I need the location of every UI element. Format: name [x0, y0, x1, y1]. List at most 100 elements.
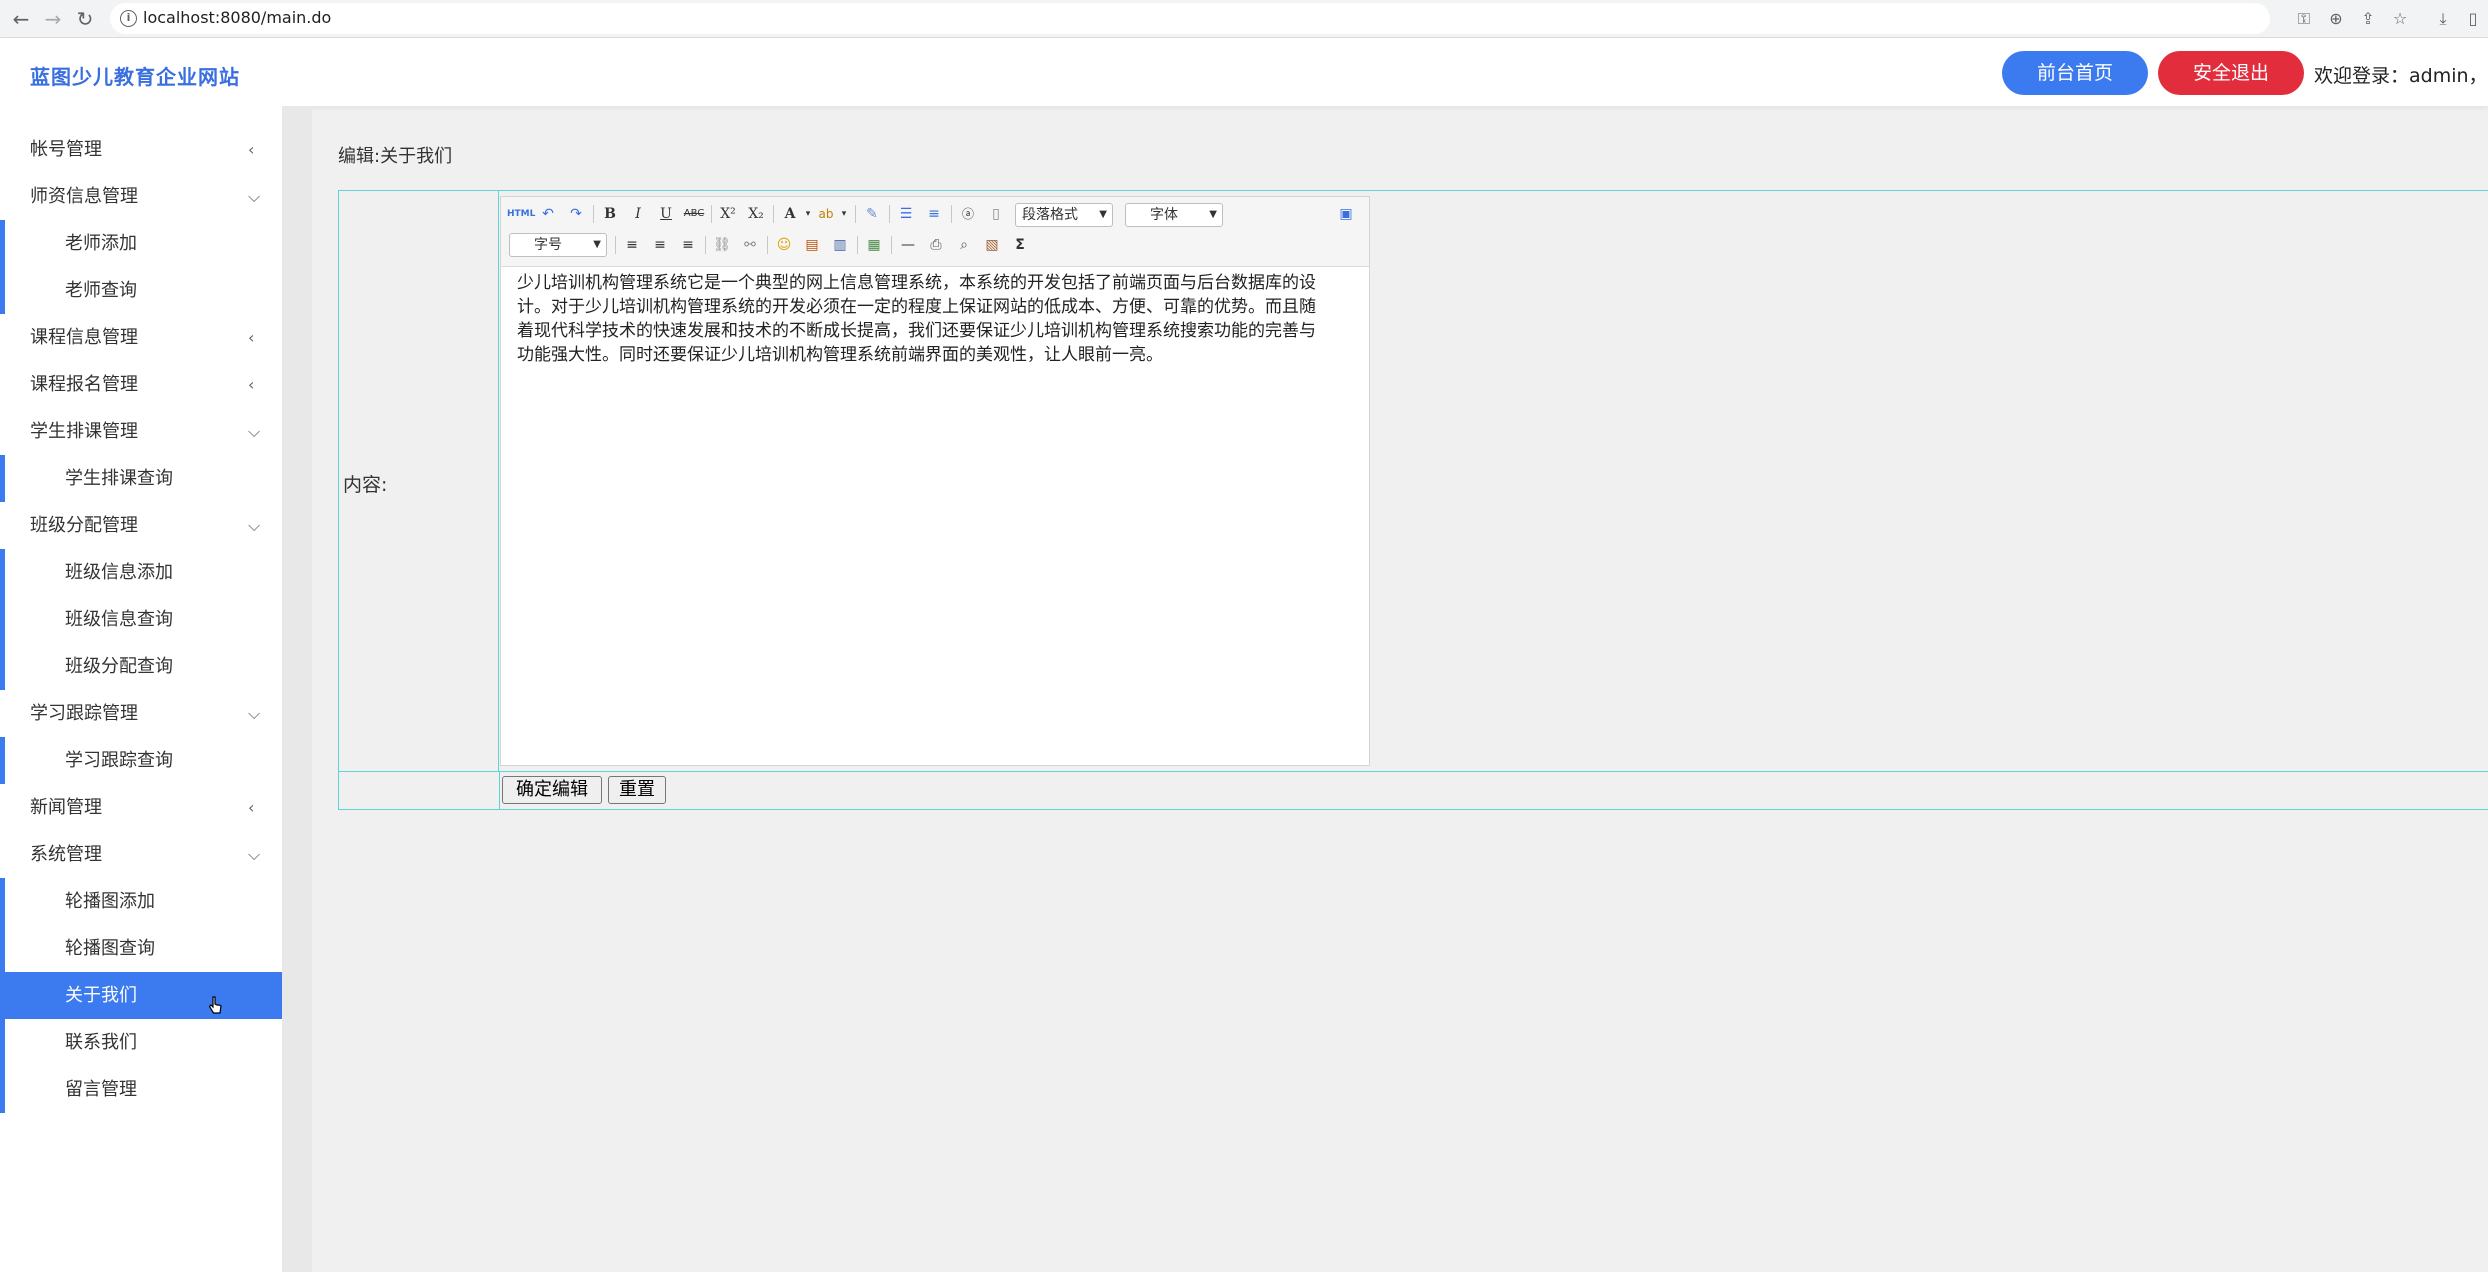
address-bar[interactable]: i localhost:8080/main.do — [110, 3, 2270, 34]
editor-content[interactable]: 少儿培训机构管理系统它是一个典型的网上信息管理系统，本系统的开发包括了前端页面与… — [517, 271, 1317, 367]
submenu-label: 老师查询 — [65, 280, 137, 301]
ordered-list-icon[interactable]: ☰ — [895, 203, 917, 225]
dropdown-caret-icon: ▼ — [1209, 209, 1217, 220]
html-source-icon[interactable]: HTML — [507, 203, 535, 225]
menu-label: 班级分配管理 — [30, 515, 138, 536]
anchor-icon[interactable]: ⓐ — [957, 203, 979, 225]
toolbar-separator — [857, 236, 858, 254]
bold-icon[interactable]: B — [599, 203, 621, 225]
submenu-label: 联系我们 — [65, 1032, 137, 1053]
share-icon[interactable]: ⇪ — [2357, 8, 2379, 30]
menu-account[interactable]: 帐号管理 ‹ — [0, 126, 282, 173]
formula-icon[interactable]: Σ — [1009, 234, 1031, 256]
toolbar-separator — [767, 236, 768, 254]
confirm-edit-button[interactable]: 确定编辑 — [502, 776, 602, 804]
menu-schedule[interactable]: 学生排课管理 ⌵ — [0, 408, 282, 455]
submenu-banner-query[interactable]: 轮播图查询 — [0, 925, 282, 972]
menu-label: 课程信息管理 — [30, 327, 138, 348]
horizontal-rule-icon[interactable]: — — [897, 234, 919, 256]
image-icon[interactable]: ▤ — [801, 234, 823, 256]
underline-icon[interactable]: U — [655, 203, 677, 225]
menu-class[interactable]: 班级分配管理 ⌵ — [0, 502, 282, 549]
submenu-schedule-query[interactable]: 学生排课查询 — [0, 455, 282, 502]
superscript-icon[interactable]: X² — [717, 203, 739, 225]
align-right-icon[interactable]: ≡ — [677, 234, 699, 256]
submenu-teacher-add[interactable]: 老师添加 — [0, 220, 282, 267]
sidepanel-icon[interactable]: ▯ — [2462, 8, 2484, 30]
reset-button[interactable]: 重置 — [608, 776, 666, 804]
align-left-icon[interactable]: ≡ — [621, 234, 643, 256]
preview-icon[interactable]: ⌕ — [953, 234, 975, 256]
redo-icon[interactable]: ↷ — [565, 203, 587, 225]
link-icon[interactable]: ⛓ — [711, 234, 733, 256]
paragraph-format-select[interactable]: 段落格式 ▼ — [1015, 203, 1113, 227]
unordered-list-icon[interactable]: ≡ — [923, 203, 945, 225]
menu-news[interactable]: 新闻管理 ‹ — [0, 784, 282, 831]
site-info-icon[interactable]: i — [120, 10, 137, 27]
emoticon-icon[interactable]: ☺ — [773, 234, 795, 256]
app-header: 蓝图少儿教育企业网站 前台首页 安全退出 欢迎登录：admin，管 — [0, 38, 2488, 106]
dropdown-caret-icon: ▼ — [593, 239, 601, 250]
align-center-icon[interactable]: ≡ — [649, 234, 671, 256]
menu-label: 系统管理 — [30, 844, 102, 865]
download-icon[interactable]: ⤓ — [2432, 8, 2454, 30]
menu-tracking[interactable]: 学习跟踪管理 ⌵ — [0, 690, 282, 737]
menu-enroll[interactable]: 课程报名管理 ‹ — [0, 361, 282, 408]
paste-icon[interactable]: ▧ — [981, 234, 1003, 256]
unlink-icon[interactable]: ⚯ — [739, 234, 761, 256]
submenu-banner-add[interactable]: 轮播图添加 — [0, 878, 282, 925]
page-break-icon[interactable]: ▯ — [985, 203, 1007, 225]
menu-course[interactable]: 课程信息管理 ‹ — [0, 314, 282, 361]
subscript-icon[interactable]: X₂ — [745, 203, 767, 225]
rich-text-editor[interactable]: HTML ↶ ↷ B I U ABC X² X₂ A ▾ ab ▾ ✎ ☰ ≡ … — [500, 196, 1370, 766]
logout-button[interactable]: 安全退出 — [2158, 51, 2304, 95]
font-family-select[interactable]: 字体 ▼ — [1125, 203, 1223, 227]
menu-system[interactable]: 系统管理 ⌵ — [0, 831, 282, 878]
browser-toolbar: ← → ↻ i localhost:8080/main.do ⚿ ⊕ ⇪ ☆ ⤓… — [0, 0, 2488, 38]
back-icon[interactable]: ← — [8, 6, 34, 32]
undo-icon[interactable]: ↶ — [537, 203, 559, 225]
italic-icon[interactable]: I — [627, 203, 649, 225]
submenu-label: 轮播图查询 — [65, 938, 155, 959]
insert-table-icon[interactable]: ▦ — [863, 234, 885, 256]
submenu-tracking-query[interactable]: 学习跟踪查询 — [0, 737, 282, 784]
submenu-messages[interactable]: 留言管理 — [0, 1066, 282, 1113]
submenu-label: 班级分配查询 — [65, 656, 173, 677]
submenu-about-us[interactable]: 关于我们 — [0, 972, 282, 1019]
font-size-select[interactable]: 字号 ▼ — [509, 233, 607, 257]
print-icon[interactable]: ⎙ — [925, 234, 947, 256]
submenu-label: 学习跟踪查询 — [65, 750, 173, 771]
toolbar-separator — [615, 236, 616, 254]
clear-format-icon[interactable]: ✎ — [861, 203, 883, 225]
strikethrough-icon[interactable]: ABC — [683, 203, 705, 225]
submenu-contact-us[interactable]: 联系我们 — [0, 1019, 282, 1066]
key-icon[interactable]: ⚿ — [2293, 8, 2315, 30]
menu-teacher[interactable]: 师资信息管理 ⌵ — [0, 173, 282, 220]
site-brand[interactable]: 蓝图少儿教育企业网站 — [30, 61, 240, 90]
menu-label: 学习跟踪管理 — [30, 703, 138, 724]
submenu-label: 轮播图添加 — [65, 891, 155, 912]
chevron-down-icon: ⌵ — [248, 516, 261, 535]
chevron-left-icon: ‹ — [248, 328, 255, 347]
editor-toolbar: HTML ↶ ↷ B I U ABC X² X₂ A ▾ ab ▾ ✎ ☰ ≡ … — [501, 197, 1369, 267]
url-text: localhost:8080/main.do — [143, 8, 332, 27]
home-button[interactable]: 前台首页 — [2002, 51, 2148, 95]
submenu-label: 班级信息查询 — [65, 609, 173, 630]
toolbar-separator — [773, 205, 774, 223]
submenu-class-assign-query[interactable]: 班级分配查询 — [0, 643, 282, 690]
zoom-icon[interactable]: ⊕ — [2325, 8, 2347, 30]
star-icon[interactable]: ☆ — [2389, 8, 2411, 30]
reload-icon[interactable]: ↻ — [72, 6, 98, 32]
forward-icon[interactable]: → — [40, 6, 66, 32]
fullscreen-icon[interactable]: ▣ — [1335, 203, 1357, 225]
submenu-class-add[interactable]: 班级信息添加 — [0, 549, 282, 596]
welcome-text: 欢迎登录：admin，管 — [2314, 65, 2488, 87]
menu-label: 新闻管理 — [30, 797, 102, 818]
submenu-teacher-query[interactable]: 老师查询 — [0, 267, 282, 314]
sidebar-divider — [282, 106, 312, 1272]
submenu-class-query[interactable]: 班级信息查询 — [0, 596, 282, 643]
video-icon[interactable]: ▥ — [829, 234, 851, 256]
menu-label: 师资信息管理 — [30, 186, 138, 207]
select-value: 字号 — [534, 237, 562, 253]
dropdown-caret-icon[interactable]: ▾ — [833, 203, 855, 225]
